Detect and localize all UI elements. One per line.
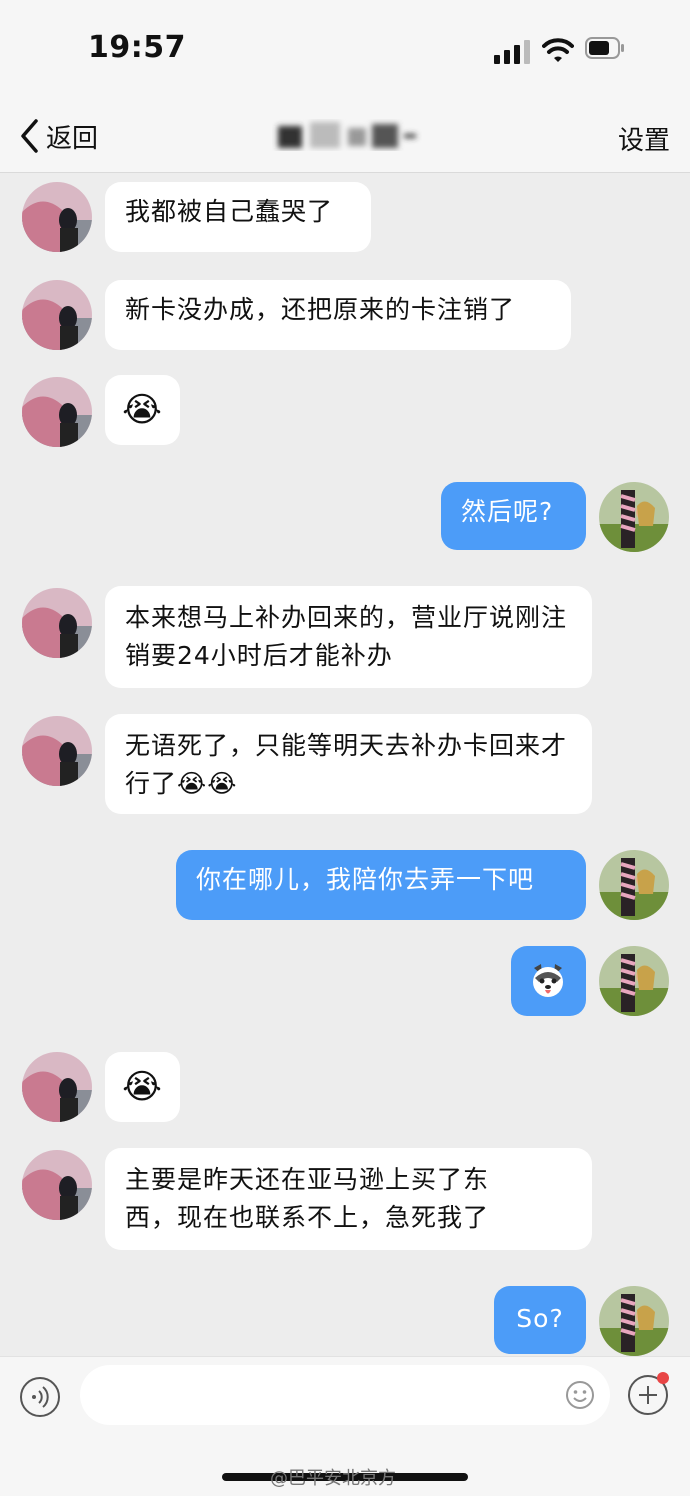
contact-avatar[interactable] bbox=[22, 280, 92, 350]
battery-icon bbox=[585, 37, 624, 59]
notification-dot bbox=[657, 1372, 669, 1384]
contact-avatar[interactable] bbox=[22, 1052, 92, 1122]
contact-avatar[interactable] bbox=[22, 716, 92, 786]
back-label: 返回 bbox=[46, 123, 99, 154]
watermark: @巴平安北京方 bbox=[270, 1468, 396, 1489]
back-button[interactable]: 返回 bbox=[18, 114, 98, 158]
contact-avatar[interactable] bbox=[22, 1150, 92, 1220]
message-bubble[interactable]: 我都被自己蠢哭了 bbox=[105, 182, 371, 252]
my-avatar[interactable] bbox=[599, 482, 669, 552]
husky-sticker-icon bbox=[533, 964, 563, 997]
my-avatar[interactable] bbox=[599, 946, 669, 1016]
chevron-left-icon bbox=[21, 119, 38, 153]
contact-avatar[interactable] bbox=[22, 182, 92, 252]
status-time: 19:57 bbox=[88, 30, 186, 65]
my-avatar[interactable] bbox=[599, 850, 669, 920]
message-bubble[interactable]: 然后呢? bbox=[441, 482, 586, 550]
blurred-contact-name bbox=[278, 122, 416, 148]
message-input[interactable] bbox=[80, 1365, 610, 1425]
message-bubble[interactable] bbox=[511, 946, 586, 1016]
input-bar bbox=[0, 1356, 690, 1437]
cellular-signal-icon bbox=[494, 40, 532, 64]
message-bubble[interactable]: 新卡没办成，还把原来的卡注销了 bbox=[105, 280, 571, 350]
message-bubble[interactable]: 主要是昨天还在亚马逊上买了东西，现在也联系不上，急死我了 bbox=[105, 1148, 592, 1250]
message-bubble[interactable]: 😭 bbox=[105, 375, 180, 445]
message-bubble[interactable]: So? bbox=[494, 1286, 586, 1354]
my-avatar[interactable] bbox=[599, 1286, 669, 1356]
nav-bar: 返回 设置 bbox=[0, 100, 690, 173]
message-bubble[interactable]: 😭 bbox=[105, 1052, 180, 1122]
contact-avatar[interactable] bbox=[22, 377, 92, 447]
emoji-icon[interactable] bbox=[565, 1380, 595, 1410]
message-bubble[interactable]: 你在哪儿，我陪你去弄一下吧 bbox=[176, 850, 586, 920]
contact-avatar[interactable] bbox=[22, 588, 92, 658]
status-bar: 19:57 bbox=[0, 0, 690, 100]
message-bubble[interactable]: 本来想马上补办回来的，营业厅说刚注销要24小时后才能补办 bbox=[105, 586, 592, 688]
settings-button[interactable]: 设置 bbox=[618, 120, 670, 157]
voice-icon[interactable] bbox=[20, 1377, 60, 1417]
message-bubble[interactable]: 无语死了，只能等明天去补办卡回来才行了😭😭 bbox=[105, 714, 592, 814]
wifi-icon bbox=[542, 38, 574, 62]
